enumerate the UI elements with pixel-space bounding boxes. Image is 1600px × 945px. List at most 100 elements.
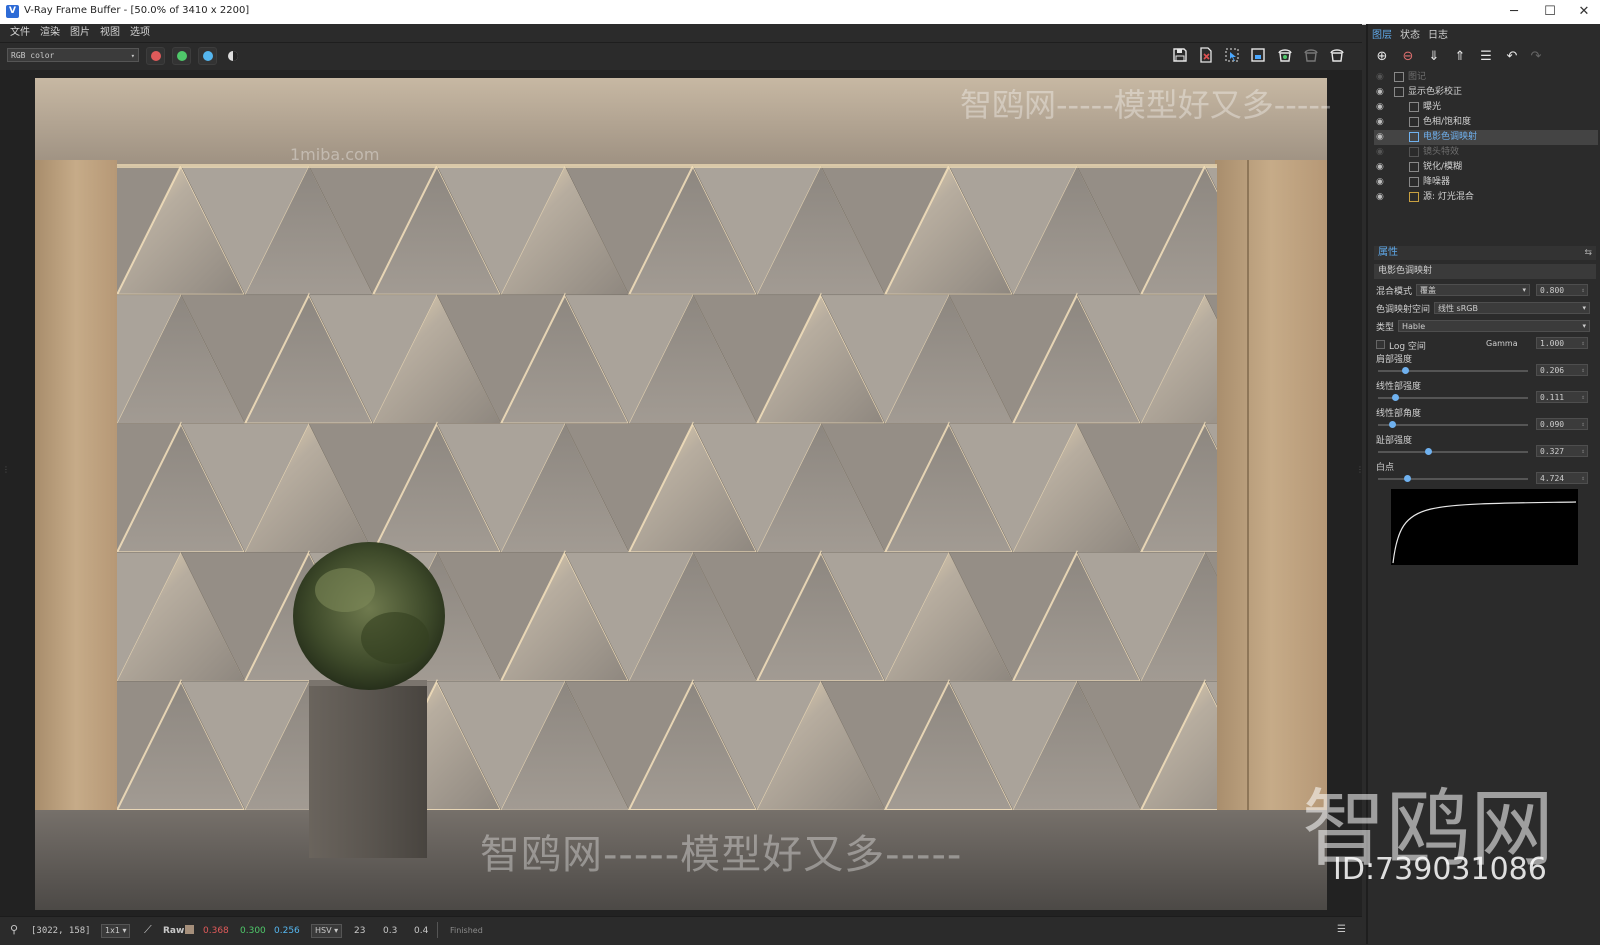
spinner-icon[interactable]: ⇕ xyxy=(1581,338,1585,349)
slider-handle[interactable] xyxy=(1403,475,1411,482)
left-expand-handle[interactable]: ⋮ xyxy=(2,465,10,474)
right-expand-handle[interactable]: ⋮ xyxy=(1356,465,1364,474)
slider-handle[interactable] xyxy=(1388,421,1396,428)
spinner-icon[interactable]: ⇕ xyxy=(1581,392,1585,403)
tab-stats[interactable]: 状态 xyxy=(1400,26,1420,41)
layer-item[interactable]: ◉ 显示色彩校正 xyxy=(1374,85,1598,100)
spinner-icon[interactable]: ⇕ xyxy=(1581,419,1585,430)
blue-dot-icon xyxy=(203,51,213,61)
shoulder-strength-label: 肩部强度 xyxy=(1376,355,1413,365)
save-layers-icon[interactable]: ⇓ xyxy=(1424,47,1444,67)
pin-icon[interactable]: ⚲ xyxy=(10,923,18,936)
menu-options[interactable]: 选项 xyxy=(125,24,155,42)
spinner-icon[interactable]: ⇕ xyxy=(1581,473,1585,484)
log-space-checkbox[interactable] xyxy=(1376,340,1385,349)
pixel-g: 0.300 xyxy=(240,926,266,936)
type-select[interactable]: Hable ▾ xyxy=(1398,320,1590,332)
chevron-down-icon: ▾ xyxy=(1582,322,1586,330)
render-viewport[interactable]: ⋮ ⋮ xyxy=(0,70,1364,916)
layer-label: 图记 xyxy=(1408,72,1427,82)
spinner-icon[interactable]: ⇕ xyxy=(1581,446,1585,457)
layer-item[interactable]: ◉ 镜头特效 xyxy=(1374,145,1598,160)
presets-icon[interactable]: ☰ xyxy=(1476,47,1496,67)
tab-log[interactable]: 日志 xyxy=(1428,26,1448,41)
eye-icon[interactable]: ◉ xyxy=(1376,145,1384,160)
slider-handle[interactable] xyxy=(1391,394,1399,401)
layer-item[interactable]: ◉ 源: 灯光混合 xyxy=(1374,190,1598,205)
shoulder-strength-field[interactable]: 0.206 ⇕ xyxy=(1536,364,1588,376)
redo-icon[interactable]: ↷ xyxy=(1526,47,1546,67)
undo-icon[interactable]: ↶ xyxy=(1502,47,1522,67)
eye-icon[interactable]: ◉ xyxy=(1376,85,1384,100)
pin-icon[interactable]: ⇆ xyxy=(1584,246,1592,260)
window-title: V-Ray Frame Buffer - [50.0% of 3410 x 22… xyxy=(24,5,250,16)
toe-strength-field[interactable]: 0.327 ⇕ xyxy=(1536,445,1588,457)
menu-view[interactable]: 视图 xyxy=(95,24,125,42)
red-channel-button[interactable] xyxy=(146,47,165,65)
layer-icon xyxy=(1409,147,1419,157)
blend-amount-value: 0.800 xyxy=(1540,286,1565,295)
white-point-field[interactable]: 4.724 ⇕ xyxy=(1536,472,1588,484)
layer-item[interactable]: ◉ 色相/饱和度 xyxy=(1374,115,1598,130)
blend-mode-select[interactable]: 覆盖 ▾ xyxy=(1416,284,1530,296)
layer-item[interactable]: ◉ 曝光 xyxy=(1374,100,1598,115)
load-layers-icon[interactable]: ⇑ xyxy=(1450,47,1470,67)
linear-strength-field[interactable]: 0.111 ⇕ xyxy=(1536,391,1588,403)
layer-item-selected[interactable]: ◉ 电影色调映射 xyxy=(1374,130,1598,145)
eye-icon[interactable]: ◉ xyxy=(1376,190,1384,205)
zoom-select-value: 1x1 xyxy=(105,926,120,935)
interactive-render-icon[interactable] xyxy=(1301,47,1321,67)
layer-item[interactable]: ◉ 降噪器 xyxy=(1374,175,1598,190)
red-dot-icon xyxy=(151,51,161,61)
history-icon[interactable]: ☰ xyxy=(1337,924,1346,935)
toe-strength-slider[interactable] xyxy=(1378,451,1528,453)
shoulder-strength-slider[interactable] xyxy=(1378,370,1528,372)
pixel-coords: [3022, 158] xyxy=(31,926,91,936)
linear-strength-slider[interactable] xyxy=(1378,397,1528,399)
layer-item[interactable]: ◉ 锐化/模糊 xyxy=(1374,160,1598,175)
blend-amount-field[interactable]: 0.800 ⇕ xyxy=(1536,284,1588,296)
blue-channel-button[interactable] xyxy=(198,47,217,65)
stop-render-icon[interactable] xyxy=(1327,47,1347,67)
maximize-button[interactable]: ☐ xyxy=(1532,0,1568,24)
delete-layer-icon[interactable]: ⊖ xyxy=(1398,47,1418,67)
track-mouse-icon[interactable] xyxy=(1248,47,1268,67)
chevron-down-icon: ▾ xyxy=(1522,286,1526,294)
linear-angle-field[interactable]: 0.090 ⇕ xyxy=(1536,418,1588,430)
tab-layers[interactable]: 图层 xyxy=(1372,26,1392,41)
save-icon[interactable] xyxy=(1170,47,1190,67)
menu-image[interactable]: 图片 xyxy=(65,24,95,42)
layer-icon xyxy=(1409,162,1419,172)
alpha-channel-button[interactable] xyxy=(224,47,243,65)
eye-icon[interactable]: ◉ xyxy=(1376,115,1384,130)
clear-icon[interactable] xyxy=(1196,47,1216,67)
watermark-id: ID:739031086 xyxy=(1333,852,1547,887)
add-layer-icon[interactable]: ⊕ xyxy=(1372,47,1392,67)
colorspace-select[interactable]: HSV ▾ xyxy=(311,924,343,938)
menu-render[interactable]: 渲染 xyxy=(35,24,65,42)
white-point-slider[interactable] xyxy=(1378,478,1528,480)
eye-icon[interactable]: ◉ xyxy=(1376,70,1384,85)
render-icon[interactable] xyxy=(1275,47,1295,67)
slider-handle[interactable] xyxy=(1402,367,1409,374)
region-render-icon[interactable] xyxy=(1222,47,1242,67)
eye-icon[interactable]: ◉ xyxy=(1376,160,1384,175)
channel-select[interactable]: RGB color ▾ xyxy=(7,48,139,62)
eye-icon[interactable]: ◉ xyxy=(1376,130,1384,145)
spinner-icon[interactable]: ⇕ xyxy=(1581,285,1585,296)
green-channel-button[interactable] xyxy=(172,47,191,65)
minimize-button[interactable]: ─ xyxy=(1496,0,1532,24)
curve-icon[interactable]: ⟋ xyxy=(144,923,152,937)
eye-icon[interactable]: ◉ xyxy=(1376,100,1384,115)
pixel-r: 0.368 xyxy=(203,926,229,936)
linear-angle-slider[interactable] xyxy=(1378,424,1528,426)
close-button[interactable]: ✕ xyxy=(1566,0,1600,24)
menu-file[interactable]: 文件 xyxy=(5,24,35,42)
gamma-field[interactable]: 1.000 ⇕ xyxy=(1536,337,1588,349)
eye-icon[interactable]: ◉ xyxy=(1376,175,1384,190)
slider-handle[interactable] xyxy=(1424,448,1432,455)
spinner-icon[interactable]: ⇕ xyxy=(1581,365,1585,376)
layer-item[interactable]: ◉ 图记 xyxy=(1374,70,1598,85)
zoom-select[interactable]: 1x1 ▾ xyxy=(101,924,131,938)
tonemap-space-select[interactable]: 线性 sRGB ▾ xyxy=(1434,302,1590,314)
